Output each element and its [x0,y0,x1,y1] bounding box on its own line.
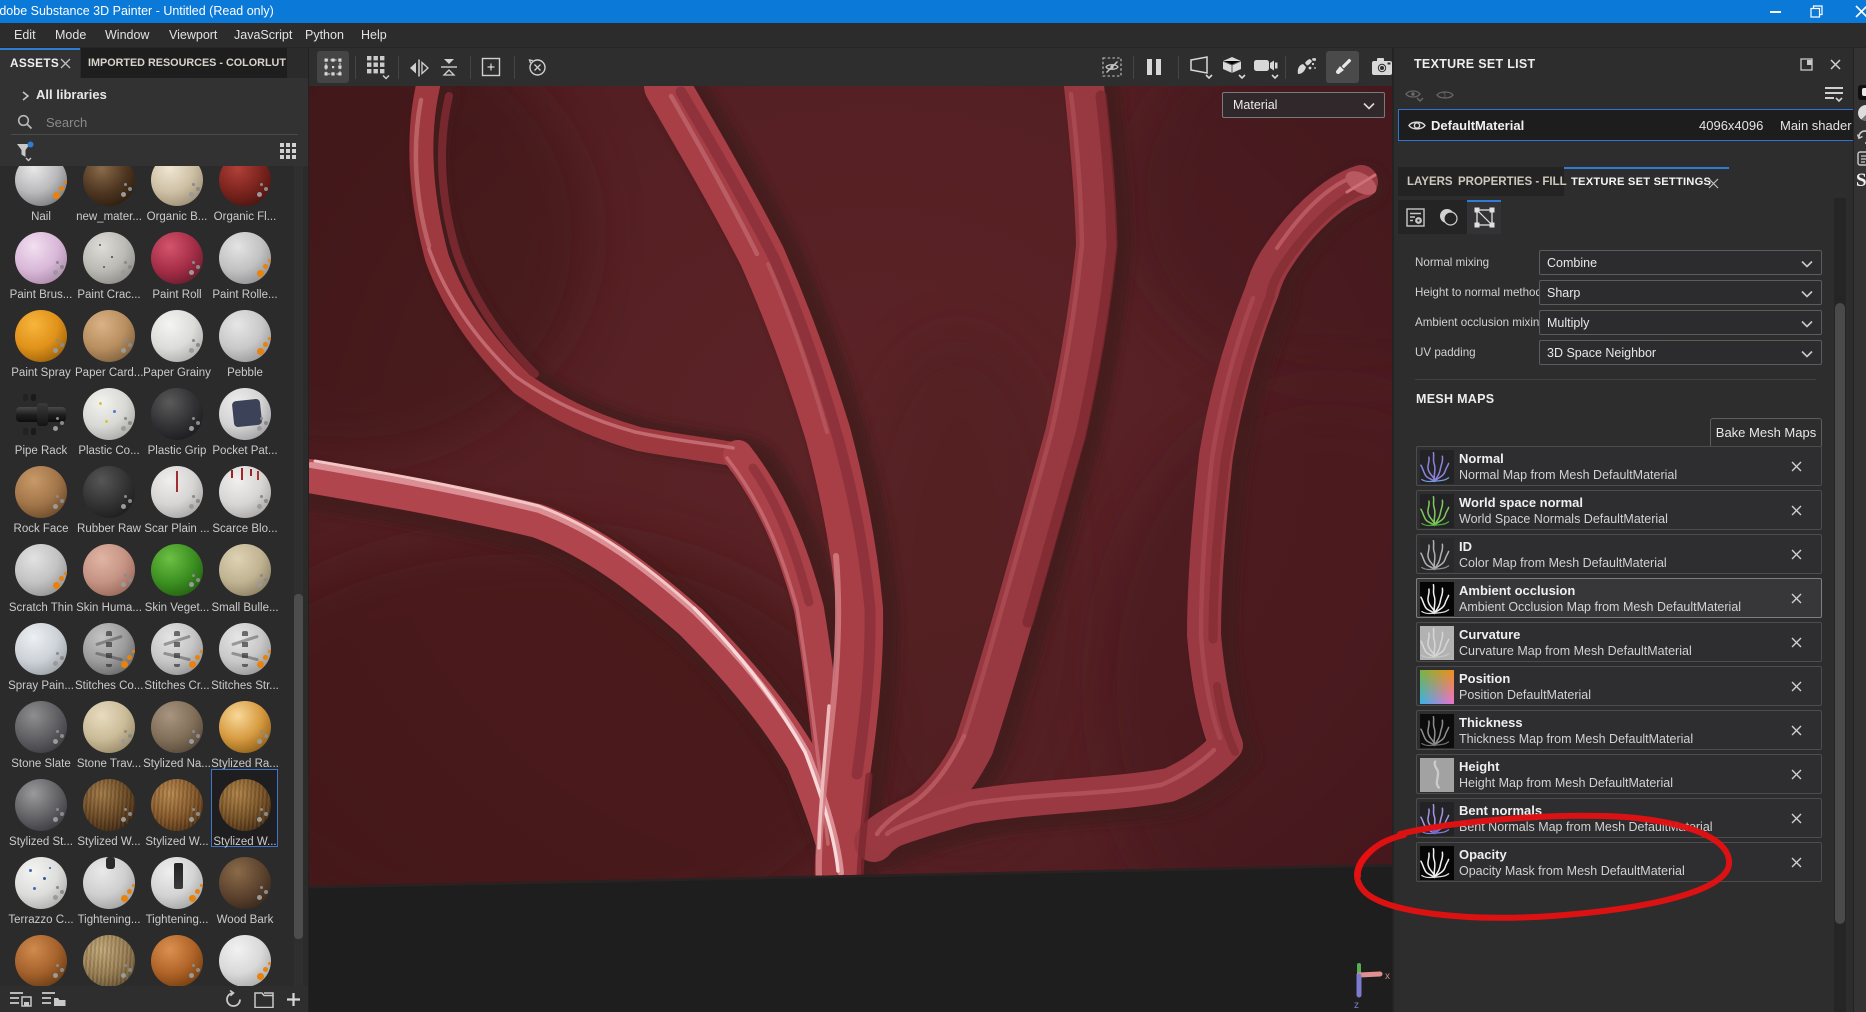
svg-text:x: x [1385,971,1390,982]
svg-text:z: z [1354,1000,1359,1011]
svg-text:1: 1 [1443,91,1448,100]
